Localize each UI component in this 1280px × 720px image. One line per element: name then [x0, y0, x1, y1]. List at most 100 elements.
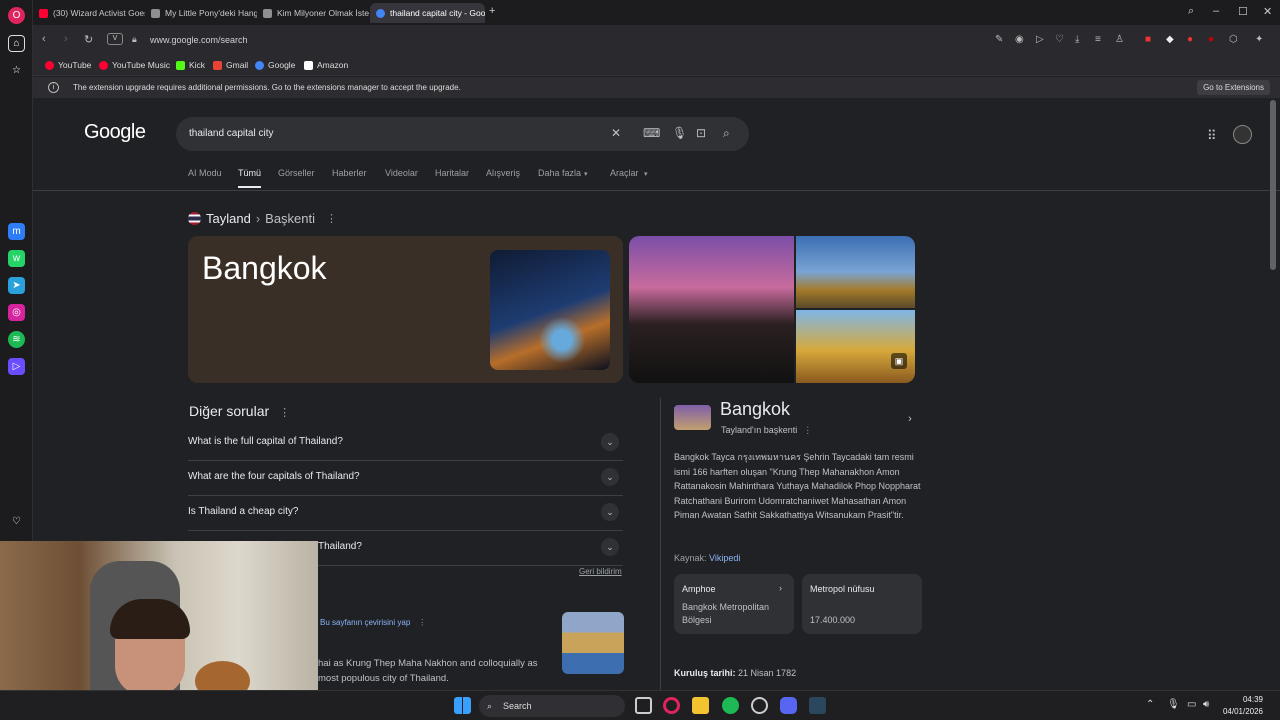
tab-4-active[interactable]: thailand capital city - Goo✕ — [370, 3, 485, 23]
filter-ai-mode[interactable]: AI Modu — [188, 168, 222, 178]
chevron-down-icon[interactable]: ⌄ — [601, 468, 619, 486]
play-icon[interactable]: ▷ — [1036, 34, 1044, 45]
image-gallery[interactable]: ▣ — [629, 236, 915, 383]
bookmark-google[interactable]: Google — [255, 60, 295, 70]
breadcrumb-country[interactable]: Tayland — [206, 211, 251, 226]
spotify-icon[interactable]: ≋ — [8, 331, 25, 348]
extension-4-icon[interactable]: ● — [1208, 34, 1214, 45]
filter-tools[interactable]: Araçlar — [610, 168, 639, 178]
lock-icon[interactable]: 🔒︎ — [132, 34, 137, 45]
source-link[interactable]: Vikipedi — [709, 553, 740, 563]
gallery-icon[interactable]: ▣ — [891, 353, 907, 369]
scrollbar[interactable] — [1270, 100, 1276, 270]
search-icon[interactable]: ⌕ — [723, 126, 730, 141]
taskbar-clock[interactable]: 04:39 04/01/2026 — [1223, 694, 1263, 718]
windows-start-icon[interactable] — [454, 697, 471, 714]
download-icon[interactable]: ⤓ — [1075, 34, 1079, 45]
filter-all[interactable]: Tümü — [238, 168, 262, 188]
bookmark-gmail[interactable]: Gmail — [213, 60, 248, 70]
close-window-icon[interactable]: ✕ — [1263, 5, 1272, 18]
opera-gx-icon[interactable] — [663, 697, 680, 714]
panel-card-amphoe[interactable]: Amphoe › Bangkok Metropolitan Bölgesi — [674, 574, 794, 634]
player-icon[interactable]: ▷ — [8, 358, 25, 375]
network-icon[interactable]: ▭ — [1187, 699, 1196, 710]
bookmark-youtube-music[interactable]: YouTube Music — [99, 60, 170, 70]
google-logo[interactable]: Google — [84, 121, 146, 144]
edit-icon[interactable]: ✎ — [995, 34, 1003, 45]
messenger-icon[interactable]: m — [8, 223, 25, 240]
gallery-image-2[interactable] — [796, 236, 915, 308]
translate-link-text[interactable]: Bu sayfanın çevirisini yap — [320, 618, 410, 627]
extension-2-icon[interactable]: ◆ — [1166, 34, 1174, 45]
bookmark-kick[interactable]: Kick — [176, 60, 205, 70]
star-icon[interactable]: ☆ — [8, 62, 25, 79]
filter-maps[interactable]: Haritalar — [435, 168, 469, 178]
paa-item[interactable]: What are the four capitals of Thailand? ⌄ — [188, 461, 623, 496]
tab-1[interactable]: (30) Wizard Activist Goes T — [33, 3, 145, 23]
filter-shopping[interactable]: Alışveriş — [486, 168, 520, 178]
feedback-link[interactable]: Geri bildirim — [579, 567, 622, 576]
search-query[interactable]: thailand capital city — [189, 128, 274, 139]
reload-icon[interactable]: ↻ — [84, 33, 93, 46]
profile-icon[interactable]: ♙ — [1115, 34, 1124, 45]
forward-icon[interactable]: › — [64, 33, 68, 45]
home-icon[interactable]: ⌂ — [8, 35, 25, 52]
more-options-icon[interactable]: ⋮ — [418, 618, 426, 627]
clear-search-icon[interactable]: ✕ — [611, 126, 621, 140]
bookmark-amazon[interactable]: Amazon — [304, 60, 348, 70]
gallery-image-1[interactable] — [629, 236, 794, 383]
filter-news[interactable]: Haberler — [332, 168, 367, 178]
filter-videos[interactable]: Videolar — [385, 168, 418, 178]
gallery-image-3[interactable] — [796, 310, 915, 383]
maximize-icon[interactable]: ☐ — [1238, 5, 1248, 18]
lens-icon[interactable]: ⊡ — [696, 126, 706, 140]
menu-icon[interactable]: ≡ — [1095, 34, 1101, 45]
more-options-icon[interactable]: ⋮ — [279, 407, 290, 419]
extension-1-icon[interactable]: ■ — [1145, 34, 1151, 45]
task-view-icon[interactable] — [635, 697, 652, 714]
apps-grid-icon[interactable]: ⠿ — [1207, 128, 1217, 144]
answer-card[interactable]: Bangkok — [188, 236, 623, 383]
steam-icon[interactable] — [751, 697, 768, 714]
chevron-down-icon[interactable]: ⌄ — [601, 538, 619, 556]
more-options-icon[interactable]: ⋮ — [326, 212, 337, 225]
spotify-icon[interactable] — [722, 697, 739, 714]
tab-2[interactable]: My Little Pony'deki Hangi — [145, 3, 257, 23]
keyboard-icon[interactable]: ⌨ — [643, 126, 660, 140]
steam-client-icon[interactable] — [809, 697, 826, 714]
bookmark-youtube[interactable]: YouTube — [45, 60, 91, 70]
telegram-icon[interactable]: ➤ — [8, 277, 25, 294]
taskbar-search[interactable]: ⌕ Search — [479, 695, 625, 717]
new-tab-icon[interactable]: + — [489, 5, 495, 17]
minimize-icon[interactable]: – — [1213, 5, 1219, 17]
more-options-icon[interactable]: ⋮ — [803, 425, 812, 435]
speaker-icon[interactable]: 🔊︎ — [1203, 699, 1209, 710]
heart-icon[interactable]: ♡ — [8, 513, 25, 530]
filter-more[interactable]: Daha fazla — [538, 168, 581, 178]
answer-image[interactable] — [490, 250, 610, 370]
url-field[interactable]: www.google.com/search — [150, 35, 248, 45]
filter-images[interactable]: Görseller — [278, 168, 315, 178]
panel-thumbnail[interactable] — [674, 405, 711, 430]
extensions-icon[interactable]: ⬡ — [1229, 34, 1238, 45]
instagram-icon[interactable]: ◎ — [8, 304, 25, 321]
panel-card-population[interactable]: Metropol nüfusu 17.400.000 — [802, 574, 922, 634]
file-explorer-icon[interactable] — [692, 697, 709, 714]
translate-link[interactable]: Bu sayfanın çevirisini yap ⋮ — [320, 618, 426, 627]
opera-logo-icon[interactable]: O — [8, 7, 25, 24]
chevron-up-icon[interactable]: ⌃ — [1146, 699, 1154, 710]
microphone-icon[interactable]: 🎙︎ — [672, 126, 687, 140]
tab-3[interactable]: Kim Milyoner Olmak İster — [257, 3, 369, 23]
back-icon[interactable]: ‹ — [42, 33, 46, 45]
go-to-extensions-button[interactable]: Go to Extensions — [1197, 80, 1270, 95]
discord-icon[interactable] — [780, 697, 797, 714]
chevron-down-icon[interactable]: ⌄ — [601, 503, 619, 521]
extension-3-icon[interactable]: ● — [1187, 34, 1193, 45]
chevron-right-icon[interactable]: › — [899, 408, 921, 430]
snapshot-icon[interactable]: ◉ — [1015, 34, 1024, 45]
chevron-down-icon[interactable]: ⌄ — [601, 433, 619, 451]
paa-item[interactable]: What is the full capital of Thailand? ⌄ — [188, 426, 623, 461]
search-tabs-icon[interactable]: ⌕ — [1188, 5, 1194, 18]
vpn-badge[interactable]: V — [107, 33, 123, 45]
heart-icon[interactable]: ♡ — [1055, 34, 1064, 45]
